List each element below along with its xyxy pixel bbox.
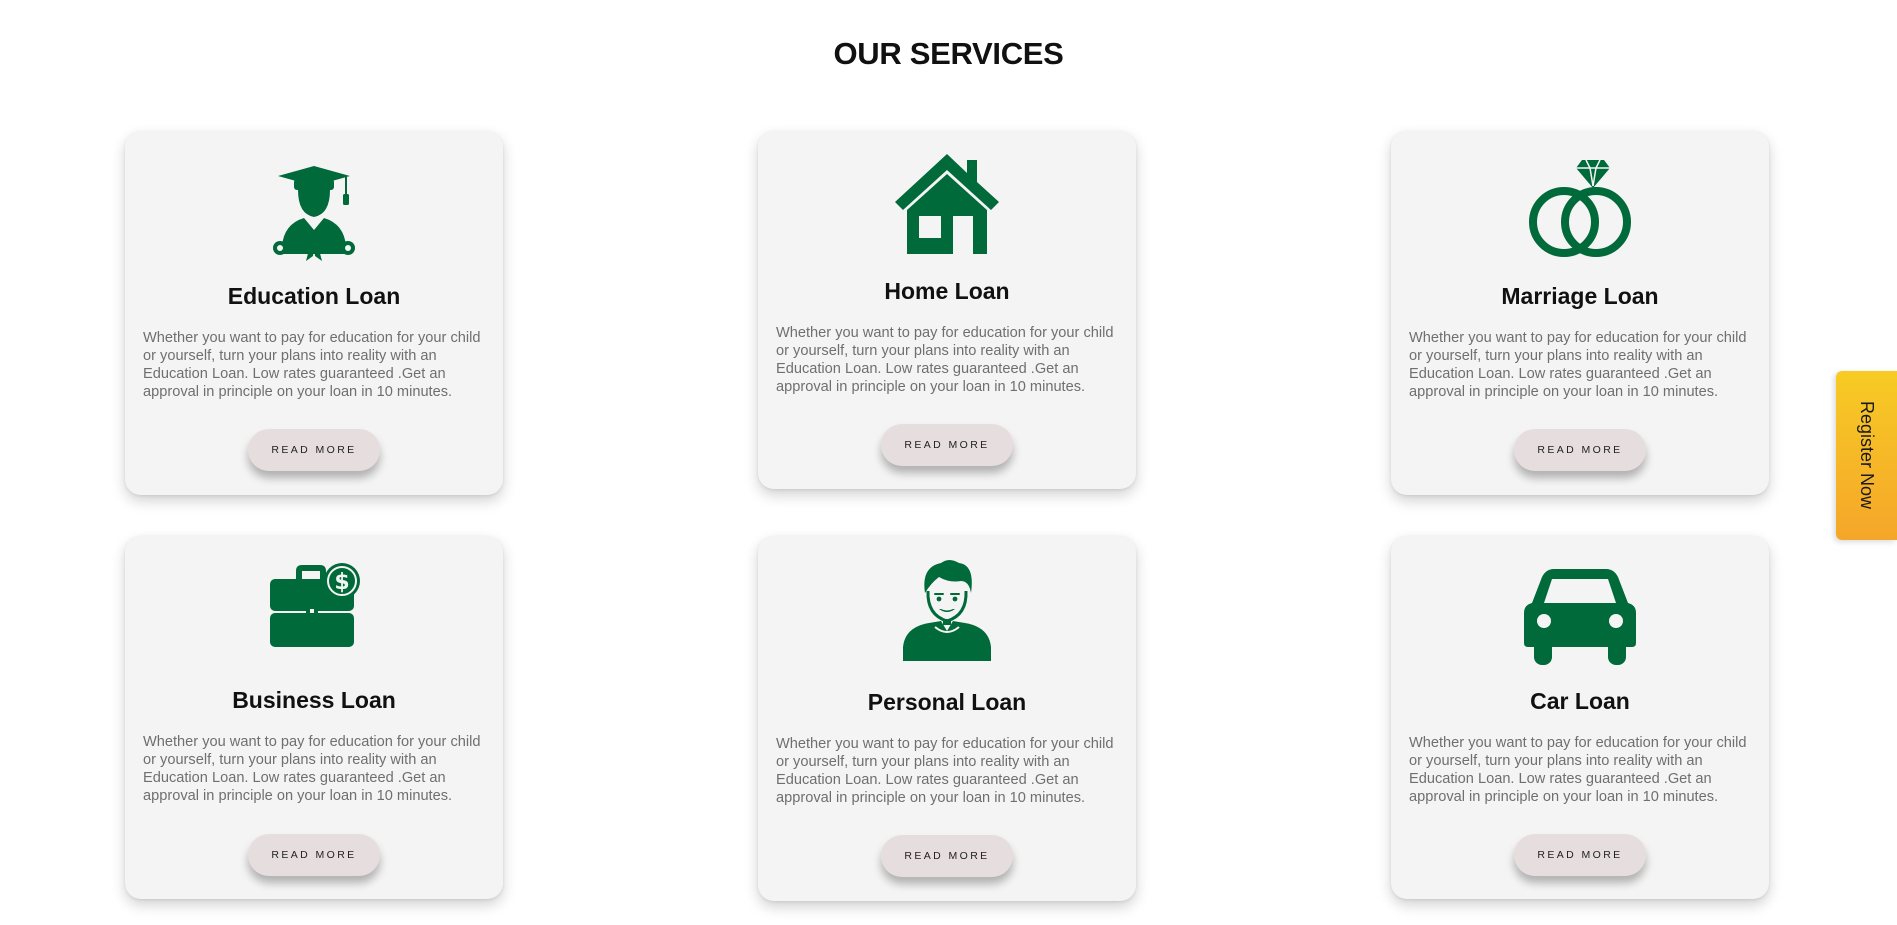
service-card-business: $ Business Loan Whether you want to pay … (125, 536, 503, 899)
read-more-button[interactable]: READ MORE (881, 424, 1013, 466)
card-title: Home Loan (884, 278, 1010, 304)
register-now-label: Register Now (1857, 401, 1877, 510)
card-title: Education Loan (227, 283, 401, 309)
read-more-button[interactable]: READ MORE (1514, 834, 1646, 876)
service-card-education: Education Loan Whether you want to pay f… (125, 131, 503, 495)
person-icon (891, 557, 1003, 661)
service-card-marriage: Marriage Loan Whether you want to pay fo… (1391, 131, 1769, 495)
car-icon (1524, 565, 1636, 669)
graduate-icon (258, 160, 370, 264)
section-title: OUR SERVICES (833, 36, 1064, 71)
card-title: Marriage Loan (1501, 283, 1659, 309)
wedding-rings-icon (1524, 158, 1636, 262)
card-description: Whether you want to pay for education fo… (143, 734, 481, 804)
card-description: Whether you want to pay for education fo… (776, 736, 1114, 806)
briefcase-dollar-icon: $ (258, 557, 370, 661)
card-title: Car Loan (1530, 688, 1630, 714)
services-page: OUR SERVICES Education Loan Whether you … (0, 0, 1897, 925)
service-card-home: Home Loan Whether you want to pay for ed… (758, 131, 1136, 489)
house-icon (891, 152, 1003, 256)
read-more-button[interactable]: READ MORE (248, 429, 380, 471)
service-card-personal: Personal Loan Whether you want to pay fo… (758, 536, 1136, 901)
service-card-car: Car Loan Whether you want to pay for edu… (1391, 536, 1769, 899)
card-title: Personal Loan (867, 689, 1027, 715)
card-description: Whether you want to pay for education fo… (143, 330, 481, 400)
card-title: Business Loan (232, 687, 396, 713)
card-description: Whether you want to pay for education fo… (1409, 735, 1747, 805)
register-now-tab[interactable]: Register Now (1836, 371, 1897, 540)
read-more-button[interactable]: READ MORE (1514, 429, 1646, 471)
svg-text:$: $ (334, 570, 349, 595)
card-description: Whether you want to pay for education fo… (776, 325, 1114, 395)
card-description: Whether you want to pay for education fo… (1409, 330, 1747, 400)
read-more-button[interactable]: READ MORE (248, 834, 380, 876)
read-more-button[interactable]: READ MORE (881, 835, 1013, 877)
